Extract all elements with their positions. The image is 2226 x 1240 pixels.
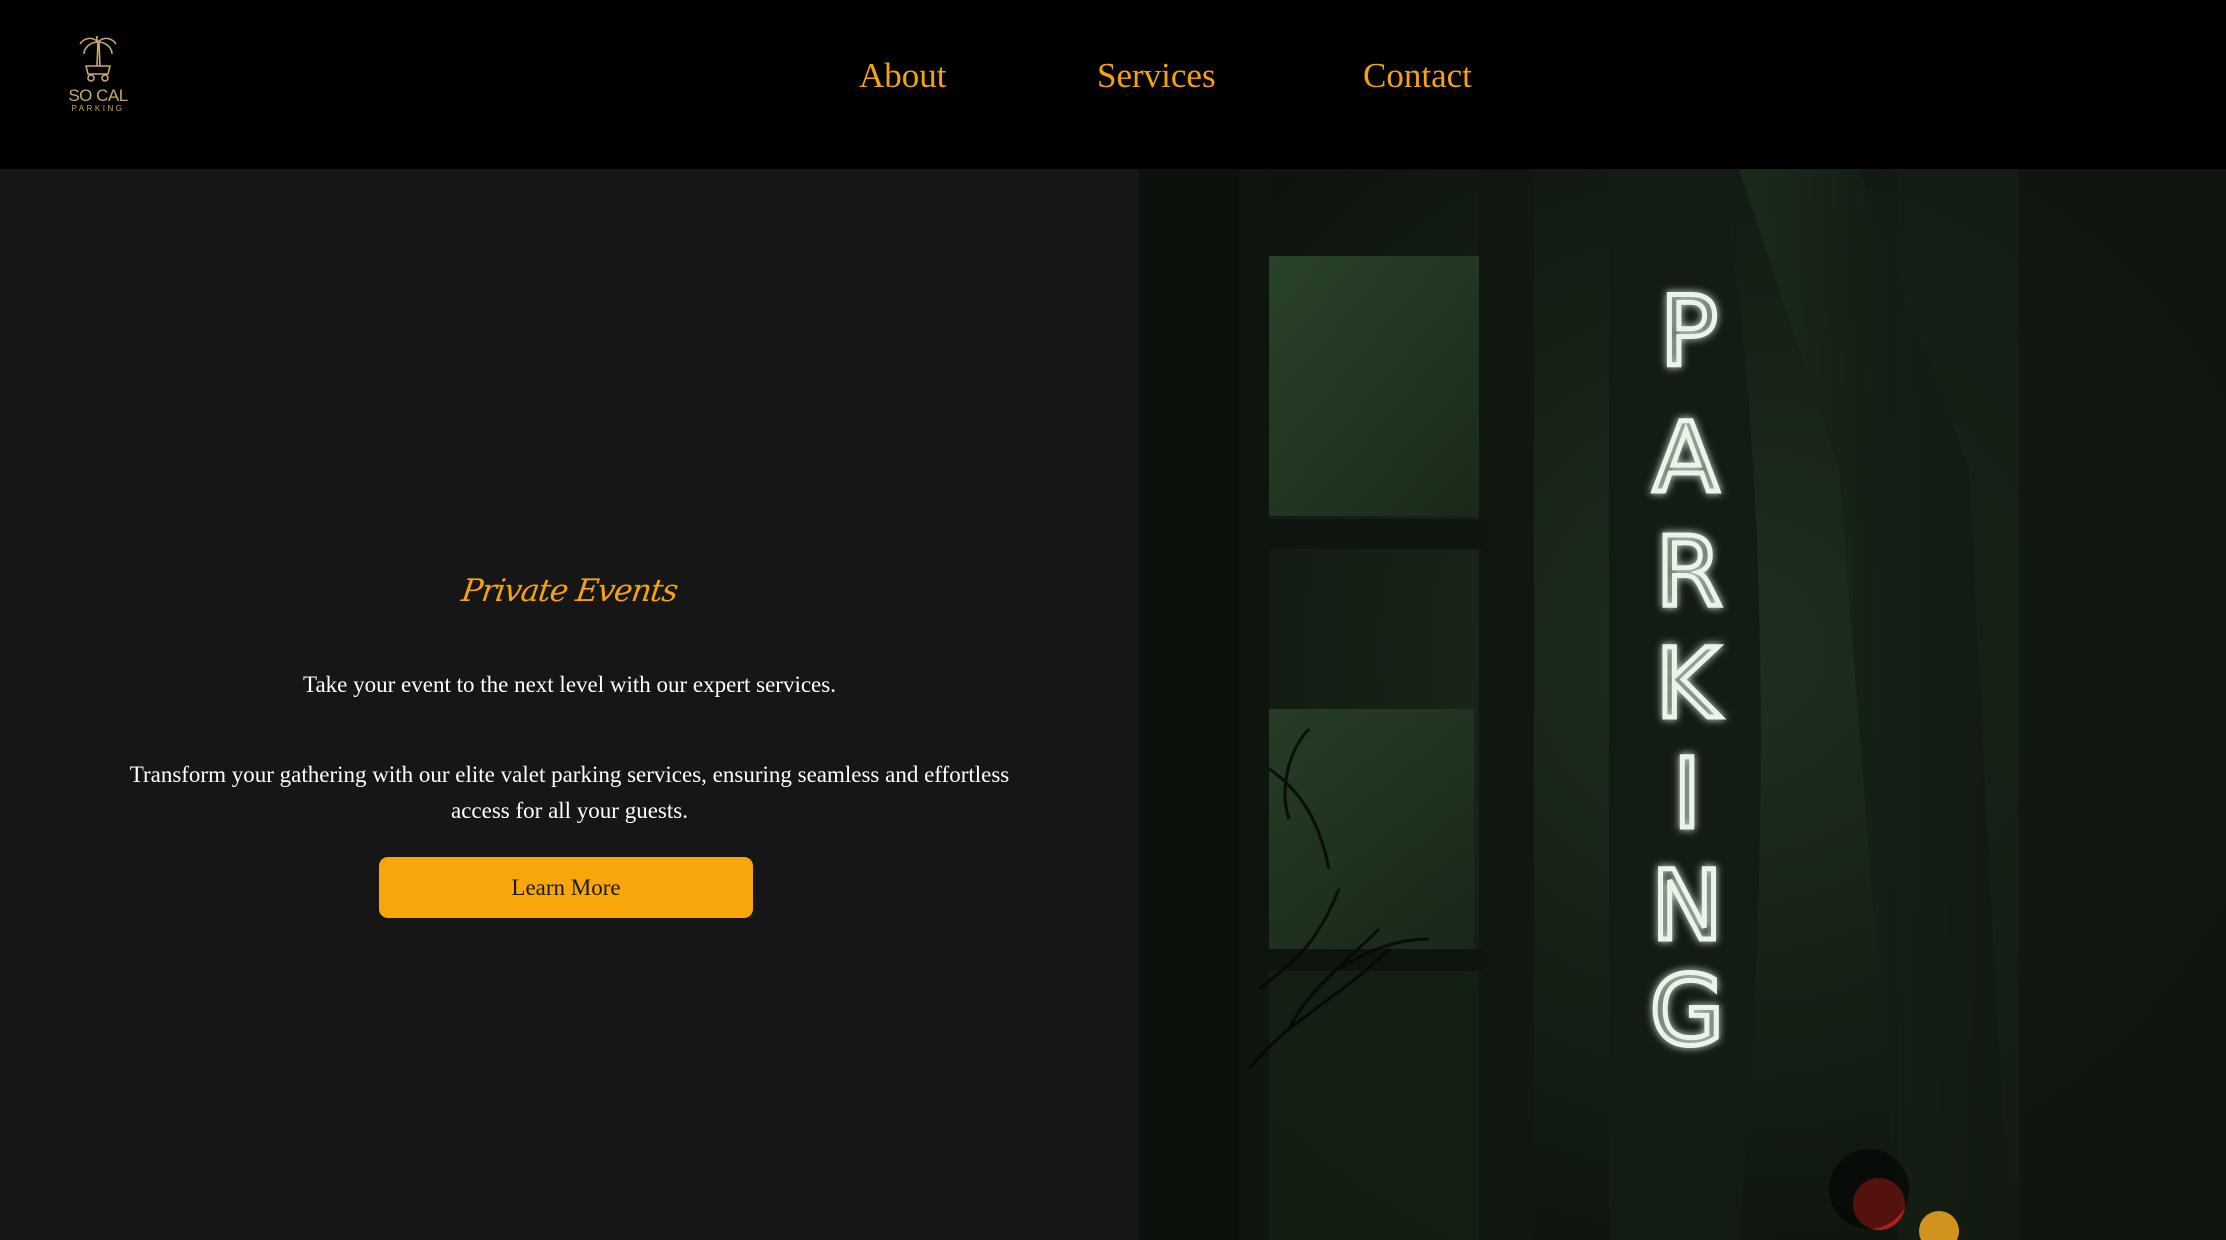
sign-letter: G [1650, 955, 1724, 1067]
site-header: SO CAL PARKING About Services Contact [0, 0, 2226, 169]
section-description: Transform your gathering with our elite … [129, 762, 1010, 823]
sign-letter: A [1653, 402, 1719, 514]
logo-tagline: PARKING [71, 104, 125, 113]
sign-letter: I [1673, 738, 1701, 850]
logo-name: SO CAL [68, 86, 128, 105]
hero-text-panel: Private Events Take your event to the ne… [0, 169, 1139, 1240]
palm-tree-icon [79, 36, 117, 82]
learn-more-button[interactable]: Learn More [379, 857, 753, 918]
sign-letter: N [1651, 850, 1723, 962]
nav-link-about[interactable]: About [859, 54, 947, 98]
sign-letter: K [1656, 628, 1721, 740]
site-logo[interactable]: SO CAL PARKING [62, 36, 134, 118]
parking-sign-photo: P A R K I N G [1139, 169, 2226, 1240]
nav-link-services[interactable]: Services [1097, 54, 1216, 98]
sign-letter: P [1660, 276, 1718, 388]
nav-link-contact[interactable]: Contact [1363, 54, 1472, 98]
section-subtitle: Take your event to the next level with o… [303, 672, 836, 697]
section-eyebrow: Private Events [459, 573, 680, 609]
sign-letter: R [1656, 516, 1723, 628]
